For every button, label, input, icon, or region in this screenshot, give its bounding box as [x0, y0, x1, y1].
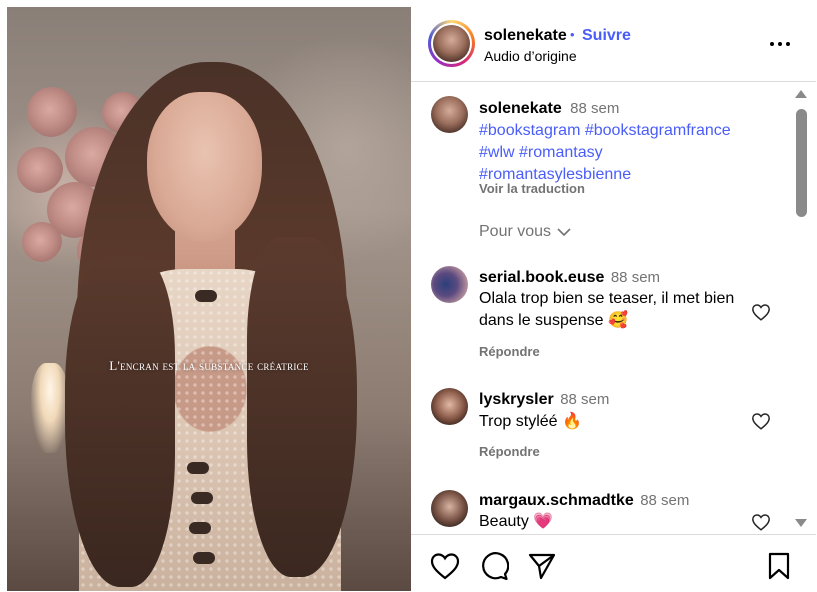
rose-decoration: [17, 147, 63, 193]
story-ring[interactable]: [428, 20, 475, 67]
scrollbar-thumb[interactable]: [796, 109, 807, 217]
comment-username[interactable]: margaux.schmadtke: [479, 492, 634, 509]
comment-text: Trop styléé 🔥: [479, 413, 582, 430]
dress-clasp: [195, 290, 217, 302]
video-overlay-text: L'encran est la substance créatrice: [109, 358, 309, 373]
caption-username[interactable]: solenekate: [479, 100, 562, 117]
like-comment-heart-icon[interactable]: [751, 412, 771, 430]
comment-avatar[interactable]: [431, 388, 468, 425]
hashtag-link[interactable]: #romantasy: [519, 144, 603, 161]
face: [147, 92, 262, 242]
dress-clasp: [193, 552, 215, 564]
separator-dot: •: [570, 27, 575, 42]
comments-scrollbar[interactable]: [791, 84, 807, 532]
hashtag-link[interactable]: #bookstagram: [479, 122, 580, 139]
comment-username-line: serial.book.euse 88 sem: [479, 269, 660, 287]
see-translation-link[interactable]: Voir la traduction: [479, 181, 585, 196]
caption-hashtags: #bookstagram #bookstagramfrance #wlw #ro…: [479, 120, 779, 186]
follow-button[interactable]: Suivre: [582, 27, 631, 45]
comment-username[interactable]: serial.book.euse: [479, 269, 604, 286]
comment-bubble-icon[interactable]: [479, 552, 509, 580]
bookmark-icon[interactable]: [766, 552, 792, 580]
comment-filter-label: Pour vous: [479, 223, 552, 240]
comment-time: 88 sem: [560, 391, 610, 408]
comment-text: Beauty 💗: [479, 513, 554, 530]
post-header: solenekate • Suivre Audio d’origine: [411, 7, 816, 82]
caption-time: 88 sem: [570, 100, 620, 117]
avatar: [433, 25, 470, 62]
hair-right-strands: [247, 237, 357, 577]
comment-username-line: lyskrysler 88 sem: [479, 391, 609, 409]
header-username[interactable]: solenekate: [484, 27, 567, 45]
dress-clasp: [191, 492, 213, 504]
comments-section[interactable]: solenekate 88 sem #bookstagram #bookstag…: [411, 82, 816, 534]
comment-username[interactable]: lyskrysler: [479, 391, 554, 408]
post-actions-bar: [411, 534, 816, 592]
comment-filter-dropdown[interactable]: Pour vous: [479, 223, 571, 241]
lamp-glow: [31, 363, 69, 453]
rose-decoration: [22, 222, 62, 262]
hashtag-link[interactable]: #wlw: [479, 144, 515, 161]
chevron-down-icon: [557, 227, 571, 236]
comment-avatar[interactable]: [431, 266, 468, 303]
reply-button[interactable]: Répondre: [479, 444, 540, 459]
scroll-up-arrow-icon[interactable]: [794, 89, 808, 99]
dress-clasp: [189, 522, 211, 534]
comment-avatar[interactable]: [431, 490, 468, 527]
caption-username-line: solenekate 88 sem: [479, 100, 619, 118]
comment-username-line: margaux.schmadtke 88 sem: [479, 492, 689, 510]
comment-time: 88 sem: [610, 269, 661, 286]
caption-avatar[interactable]: [431, 96, 468, 133]
like-comment-heart-icon[interactable]: [751, 513, 771, 531]
like-comment-heart-icon[interactable]: [751, 303, 771, 321]
scroll-down-arrow-icon[interactable]: [794, 518, 808, 528]
reel-video[interactable]: L'encran est la substance créatrice: [7, 7, 411, 591]
more-options-icon[interactable]: [770, 42, 790, 46]
comment-text: Olala trop bien se teaser, il met bien d…: [479, 290, 735, 329]
audio-link[interactable]: Audio d’origine: [484, 48, 577, 64]
dress-clasp: [187, 462, 209, 474]
reply-button[interactable]: Répondre: [479, 344, 540, 359]
hashtag-link[interactable]: #bookstagramfrance: [585, 122, 731, 139]
paper-plane-icon[interactable]: [527, 552, 557, 580]
hair-left-strands: [65, 257, 175, 587]
rose-decoration: [27, 87, 77, 137]
post-panel: solenekate • Suivre Audio d’origine sole…: [411, 7, 817, 591]
heart-icon[interactable]: [430, 552, 460, 580]
comment-time: 88 sem: [640, 492, 690, 509]
